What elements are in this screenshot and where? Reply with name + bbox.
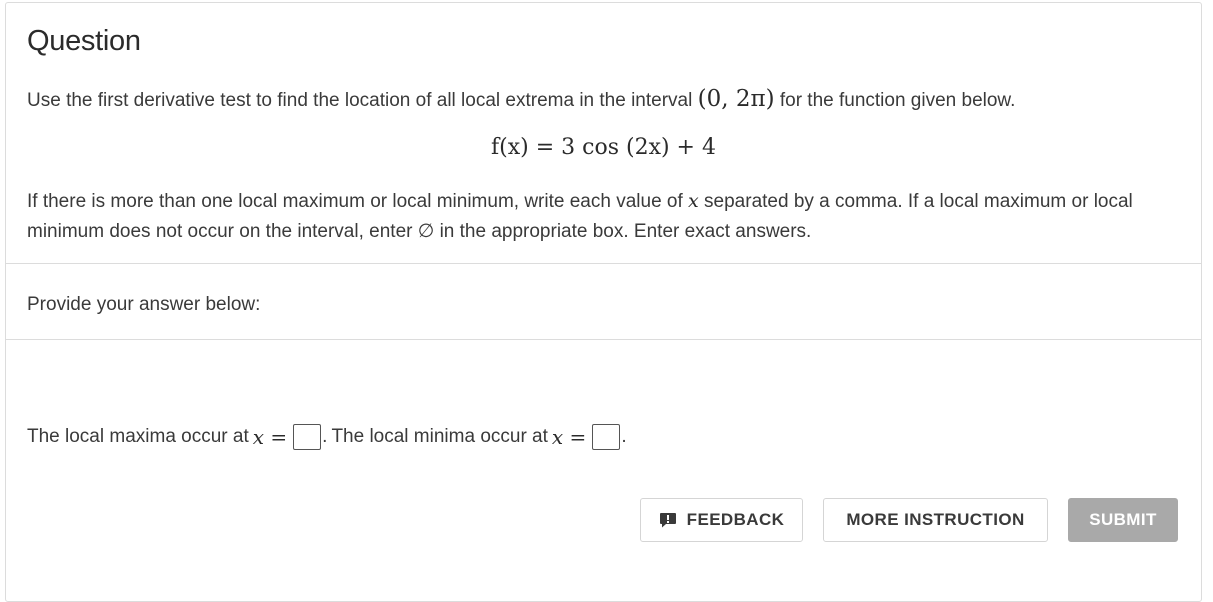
more-instruction-label: MORE INSTRUCTION xyxy=(846,510,1025,529)
more-instruction-button[interactable]: MORE INSTRUCTION xyxy=(823,498,1048,542)
feedback-icon xyxy=(659,513,676,528)
provide-answer-section: Provide your answer below: xyxy=(6,264,1201,340)
interval-math: (0, 2π) xyxy=(697,86,775,112)
period: . xyxy=(322,426,328,447)
feedback-label: FEEDBACK xyxy=(686,510,785,529)
submit-button[interactable]: SUBMIT xyxy=(1068,498,1178,542)
instructions-paragraph: If there is more than one local maximum … xyxy=(27,186,1192,247)
question-title: Question xyxy=(27,25,141,57)
prompt-tail: for the function given below. xyxy=(779,90,1016,111)
maxima-var-eq: x = xyxy=(252,425,288,449)
variable-x: x xyxy=(688,190,699,212)
feedback-button[interactable]: FEEDBACK xyxy=(640,498,803,542)
provide-answer-label: Provide your answer below: xyxy=(27,294,261,315)
minima-label: The local minima occur at xyxy=(331,426,548,447)
minima-input[interactable] xyxy=(592,424,621,450)
question-prompt: Use the first derivative test to find th… xyxy=(27,86,1015,112)
question-section: Question Use the first derivative test t… xyxy=(6,3,1201,264)
prompt-text: Use the first derivative test to find th… xyxy=(27,90,693,111)
minima-var-eq: x = xyxy=(551,425,587,449)
maxima-input[interactable] xyxy=(293,424,322,450)
function-formula: f(x) = 3 cos (2x) + 4 xyxy=(491,135,716,160)
answer-line: The local maxima occur at x = . The loca… xyxy=(27,424,627,450)
instructions-part-a: If there is more than one local maximum … xyxy=(27,191,683,212)
period: . xyxy=(621,426,627,447)
maxima-label: The local maxima occur at xyxy=(27,426,249,447)
submit-label: SUBMIT xyxy=(1089,510,1157,529)
